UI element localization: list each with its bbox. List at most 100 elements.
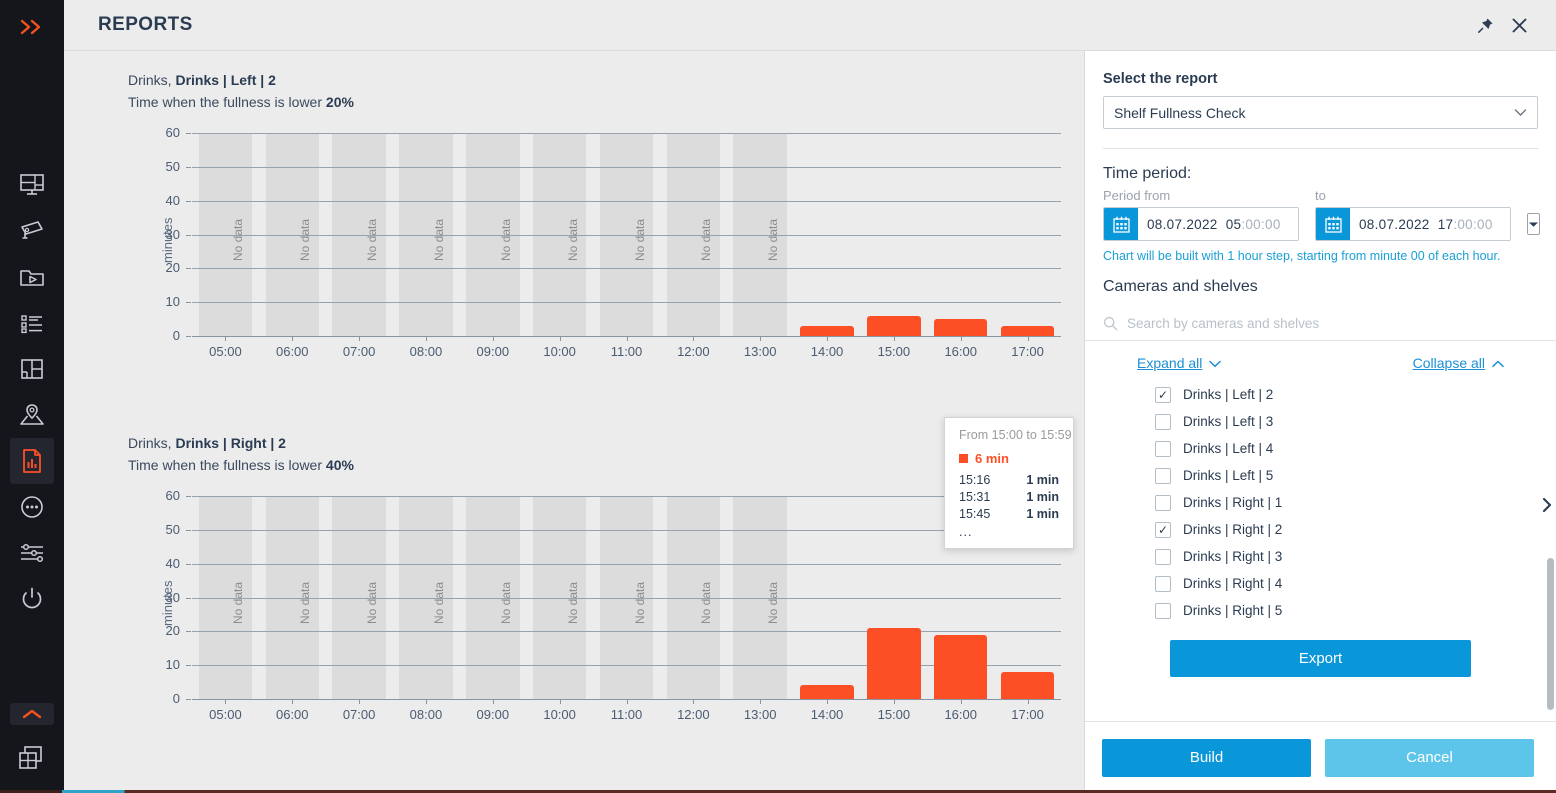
panel-expand-chevron-icon[interactable] bbox=[1541, 497, 1553, 518]
tree-item[interactable]: Drinks | Right | 1 bbox=[1155, 489, 1556, 516]
chevron-up-icon bbox=[1492, 355, 1504, 371]
expand-all-button[interactable]: Expand all bbox=[1137, 355, 1222, 371]
x-tick-label: 16:00 bbox=[944, 344, 977, 359]
tree-item[interactable]: Drinks | Right | 3 bbox=[1155, 543, 1556, 570]
x-tick-mark bbox=[359, 336, 361, 341]
tree-item[interactable]: Drinks | Left | 3 bbox=[1155, 408, 1556, 435]
report-select-label: Select the report bbox=[1103, 71, 1218, 87]
search-input[interactable] bbox=[1127, 315, 1538, 331]
no-data-label: No data bbox=[498, 581, 513, 624]
tooltip-header: From 15:00 to 15:59 bbox=[959, 428, 1072, 442]
rail-collapse-button[interactable] bbox=[10, 703, 54, 725]
report-select[interactable]: Shelf Fullness Check bbox=[1103, 96, 1538, 129]
chart-bar[interactable] bbox=[800, 325, 854, 336]
sidebar-item-more[interactable] bbox=[10, 484, 54, 530]
chart-bar[interactable] bbox=[933, 634, 988, 699]
y-tick-mark bbox=[186, 665, 191, 667]
checkbox-unchecked[interactable] bbox=[1155, 548, 1171, 565]
sidebar-item-events[interactable] bbox=[10, 300, 54, 346]
export-button[interactable]: Export bbox=[1170, 640, 1471, 677]
chart-bar[interactable] bbox=[800, 685, 854, 699]
checkbox-unchecked[interactable] bbox=[1155, 602, 1171, 619]
checkbox-checked[interactable]: ✓ bbox=[1155, 521, 1171, 538]
calendar-icon[interactable] bbox=[1316, 208, 1350, 240]
x-tick-mark bbox=[626, 699, 628, 704]
chart-bar[interactable] bbox=[867, 627, 921, 699]
no-data-label: No data bbox=[231, 218, 246, 261]
windows-grid-icon[interactable] bbox=[10, 735, 54, 781]
x-tick-mark bbox=[559, 699, 561, 704]
build-button[interactable]: Build bbox=[1102, 738, 1311, 777]
chart-2-title-bold: Drinks | Right | 2 bbox=[175, 435, 286, 451]
sidebar-item-power[interactable] bbox=[10, 576, 54, 622]
sidebar-item-reports[interactable] bbox=[10, 438, 54, 484]
panel-footer: Build Cancel bbox=[1085, 721, 1556, 793]
x-tick-mark bbox=[425, 699, 427, 704]
checkbox-unchecked[interactable] bbox=[1155, 467, 1171, 484]
y-tick-mark bbox=[186, 597, 191, 599]
sidebar-item-maps[interactable] bbox=[10, 392, 54, 438]
cancel-button[interactable]: Cancel bbox=[1325, 738, 1534, 777]
tree-item[interactable]: Drinks | Left | 5 bbox=[1155, 462, 1556, 489]
tree-item[interactable]: Drinks | Right | 4 bbox=[1155, 570, 1556, 597]
tree-item[interactable]: ✓ Drinks | Right | 2 bbox=[1155, 516, 1556, 543]
x-tick-label: 14:00 bbox=[810, 344, 844, 359]
x-tick-label: 09:00 bbox=[476, 707, 510, 722]
checkbox-unchecked[interactable] bbox=[1155, 413, 1171, 430]
sidebar-item-layouts[interactable] bbox=[10, 346, 54, 392]
chart-1-heading: Drinks, Drinks | Left | 2 Time when the … bbox=[64, 51, 1084, 113]
tree-item[interactable]: Drinks | Right | 5 bbox=[1155, 597, 1556, 624]
close-icon[interactable] bbox=[1502, 8, 1536, 42]
checkbox-unchecked[interactable] bbox=[1155, 575, 1171, 592]
expand-collapse-row: Expand all Collapse all bbox=[1085, 341, 1556, 381]
tree-scrollbar-thumb[interactable] bbox=[1547, 558, 1554, 710]
collapse-all-button[interactable]: Collapse all bbox=[1413, 355, 1504, 371]
y-tick-mark bbox=[186, 699, 191, 700]
tree-item[interactable]: ✓ Drinks | Left | 2 bbox=[1155, 381, 1556, 408]
calendar-icon[interactable] bbox=[1104, 208, 1138, 240]
rail-expand-button[interactable] bbox=[10, 10, 54, 44]
period-preset-dropdown-button[interactable] bbox=[1527, 213, 1540, 235]
sidebar-item-video-wall[interactable] bbox=[10, 162, 54, 208]
gridline bbox=[192, 268, 1061, 270]
report-select-value: Shelf Fullness Check bbox=[1114, 104, 1246, 121]
checkbox-unchecked[interactable] bbox=[1155, 440, 1171, 457]
x-tick-mark bbox=[827, 336, 829, 341]
x-tick-mark bbox=[760, 336, 762, 341]
y-tick-label: 0 bbox=[172, 691, 180, 706]
tooltip-color-swatch bbox=[959, 454, 968, 463]
tree-item-label: Drinks | Left | 2 bbox=[1183, 387, 1274, 402]
period-to-minsec: :00:00 bbox=[1453, 216, 1493, 232]
x-tick-mark bbox=[960, 336, 962, 341]
tree-item[interactable]: Drinks | Left | 4 bbox=[1155, 435, 1556, 462]
checkbox-unchecked[interactable] bbox=[1155, 494, 1171, 511]
period-from-input[interactable]: 08.07.2022 05:00:00 bbox=[1103, 207, 1299, 241]
tooltip-row: 15:16 1 min bbox=[959, 472, 1059, 489]
tree-item-label: Drinks | Right | 2 bbox=[1183, 522, 1283, 537]
y-tick-label: 50 bbox=[165, 521, 180, 537]
y-tick-label: 60 bbox=[165, 125, 180, 140]
sidebar-item-settings[interactable] bbox=[10, 530, 54, 576]
period-to-input[interactable]: 08.07.2022 17:00:00 bbox=[1315, 207, 1511, 241]
sidebar-item-cameras[interactable] bbox=[10, 208, 54, 254]
cameras-shelves-label: Cameras and shelves bbox=[1103, 278, 1258, 295]
y-tick-mark bbox=[186, 268, 191, 270]
x-tick-label: 14:00 bbox=[810, 707, 844, 722]
chart-bar[interactable] bbox=[1000, 325, 1055, 336]
x-tick-label: 13:00 bbox=[743, 344, 777, 359]
y-tick-label: 40 bbox=[165, 192, 180, 208]
chart-bar[interactable] bbox=[1000, 671, 1055, 699]
chart-bar[interactable] bbox=[867, 315, 921, 336]
no-data-label: No data bbox=[632, 218, 647, 261]
time-period-section: Time period: Period from 08.07.2022 05:0… bbox=[1103, 165, 1540, 264]
report-select-section: Select the report Shelf Fullness Check bbox=[1103, 51, 1538, 129]
y-tick-mark bbox=[186, 631, 191, 633]
chart-bar[interactable] bbox=[933, 319, 988, 336]
period-from-minsec: :00:00 bbox=[1241, 216, 1281, 232]
x-tick-label: 07:00 bbox=[342, 707, 376, 722]
pin-icon[interactable] bbox=[1468, 8, 1502, 42]
sidebar-item-archive[interactable] bbox=[10, 254, 54, 300]
gridline bbox=[192, 302, 1061, 304]
checkbox-checked[interactable]: ✓ bbox=[1155, 386, 1171, 403]
tree-item-label: Drinks | Right | 4 bbox=[1183, 576, 1283, 591]
